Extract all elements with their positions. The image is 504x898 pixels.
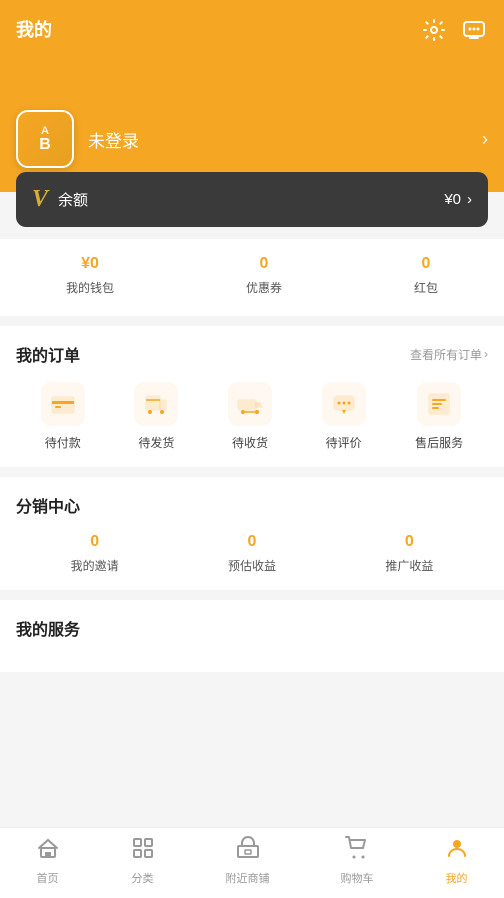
- pending-shipment-label: 待发货: [138, 434, 174, 451]
- profile-chevron[interactable]: ›: [482, 129, 488, 150]
- distribution-stats: 0 我的邀请 0 预估收益 0 推广收益: [16, 533, 488, 574]
- nav-home[interactable]: 首页: [26, 836, 70, 886]
- view-all-orders[interactable]: 查看所有订单 ›: [410, 346, 488, 363]
- nearby-icon: [236, 836, 260, 866]
- view-all-label: 查看所有订单: [410, 346, 482, 363]
- category-icon: [131, 836, 155, 866]
- home-icon: [36, 836, 60, 866]
- nav-mine-label: 我的: [446, 870, 468, 886]
- after-sale-label: 售后服务: [415, 434, 463, 451]
- nav-cart[interactable]: 购物车: [331, 836, 384, 886]
- page-title: 我的: [16, 16, 488, 42]
- coupon-label: 优惠券: [246, 279, 282, 296]
- nav-home-label: 首页: [37, 870, 59, 886]
- distribution-header: 分销中心: [16, 493, 488, 517]
- estimated-income-label: 预估收益: [228, 557, 276, 574]
- pending-receipt-icon: [228, 382, 272, 426]
- coupon-value: 0: [260, 255, 269, 273]
- invitation-value: 0: [90, 533, 99, 551]
- message-icon[interactable]: [460, 16, 488, 44]
- services-header: 我的服务: [16, 616, 488, 640]
- redpacket-label: 红包: [414, 279, 438, 296]
- nav-nearby-label: 附近商铺: [226, 870, 270, 886]
- pending-payment-label: 待付款: [45, 434, 81, 451]
- balance-right: ¥0 ›: [444, 191, 472, 208]
- stats-section: ¥0 我的钱包 0 优惠券 0 红包: [0, 239, 504, 316]
- avatar: A B: [16, 110, 74, 168]
- stat-wallet[interactable]: ¥0 我的钱包: [66, 255, 114, 296]
- nav-cart-label: 购物车: [341, 870, 374, 886]
- balance-arrow: ›: [467, 191, 472, 208]
- order-after-sale[interactable]: 售后服务: [415, 382, 463, 451]
- pending-shipment-icon: [134, 382, 178, 426]
- services-section: 我的服务: [0, 600, 504, 672]
- order-pending-review[interactable]: 待评价: [322, 382, 366, 451]
- header-actions: [420, 16, 488, 44]
- orders-header: 我的订单 查看所有订单 ›: [16, 342, 488, 366]
- wallet-label: 我的钱包: [66, 279, 114, 296]
- nav-category-label: 分类: [132, 870, 154, 886]
- distribution-title: 分销中心: [16, 493, 80, 517]
- order-icons-row: 待付款 待发货: [16, 382, 488, 451]
- header-section: 我的: [0, 0, 504, 110]
- pending-receipt-label: 待收货: [232, 434, 268, 451]
- balance-left: V 余额: [32, 186, 88, 213]
- nav-category[interactable]: 分类: [121, 836, 165, 886]
- order-pending-shipment[interactable]: 待发货: [134, 382, 178, 451]
- distribution-section: 分销中心 0 我的邀请 0 预估收益 0 推广收益: [0, 477, 504, 590]
- avatar-letters: A B: [39, 126, 51, 153]
- promo-income-value: 0: [405, 533, 414, 551]
- avatar-inner: A B: [39, 126, 51, 153]
- estimated-income-value: 0: [248, 533, 257, 551]
- wallet-value: ¥0: [81, 255, 99, 273]
- invitation-label: 我的邀请: [71, 557, 119, 574]
- bottom-navigation: 首页 分类 附近商铺: [0, 827, 504, 898]
- balance-label: 余额: [58, 189, 88, 210]
- view-all-arrow: ›: [484, 347, 488, 361]
- orders-section: 我的订单 查看所有订单 › 待付款: [0, 326, 504, 467]
- nav-mine[interactable]: 我的: [435, 836, 479, 886]
- profile-left: A B 未登录: [16, 110, 139, 168]
- pending-review-icon: [322, 382, 366, 426]
- pending-payment-icon: [41, 382, 85, 426]
- dist-estimated-income[interactable]: 0 预估收益: [228, 533, 276, 574]
- stat-coupon[interactable]: 0 优惠券: [246, 255, 282, 296]
- orders-title: 我的订单: [16, 342, 80, 366]
- order-pending-receipt[interactable]: 待收货: [228, 382, 272, 451]
- v-logo: V: [32, 186, 48, 213]
- cart-icon: [345, 836, 369, 866]
- dist-promo-income[interactable]: 0 推广收益: [385, 533, 433, 574]
- pending-review-label: 待评价: [326, 434, 362, 451]
- avatar-letter-b: B: [39, 137, 51, 153]
- order-pending-payment[interactable]: 待付款: [41, 382, 85, 451]
- nav-nearby[interactable]: 附近商铺: [216, 836, 280, 886]
- balance-amount: ¥0: [444, 191, 461, 208]
- redpacket-value: 0: [422, 255, 431, 273]
- promo-income-label: 推广收益: [385, 557, 433, 574]
- bottom-padding: [0, 672, 504, 752]
- balance-card[interactable]: V 余额 ¥0 ›: [16, 172, 488, 227]
- services-title: 我的服务: [16, 616, 80, 640]
- mine-icon: [445, 836, 469, 866]
- dist-invitation[interactable]: 0 我的邀请: [71, 533, 119, 574]
- avatar-letter-a: A: [39, 126, 51, 137]
- settings-icon[interactable]: [420, 16, 448, 44]
- login-status[interactable]: 未登录: [88, 127, 139, 152]
- after-sale-icon: [417, 382, 461, 426]
- stat-redpacket[interactable]: 0 红包: [414, 255, 438, 296]
